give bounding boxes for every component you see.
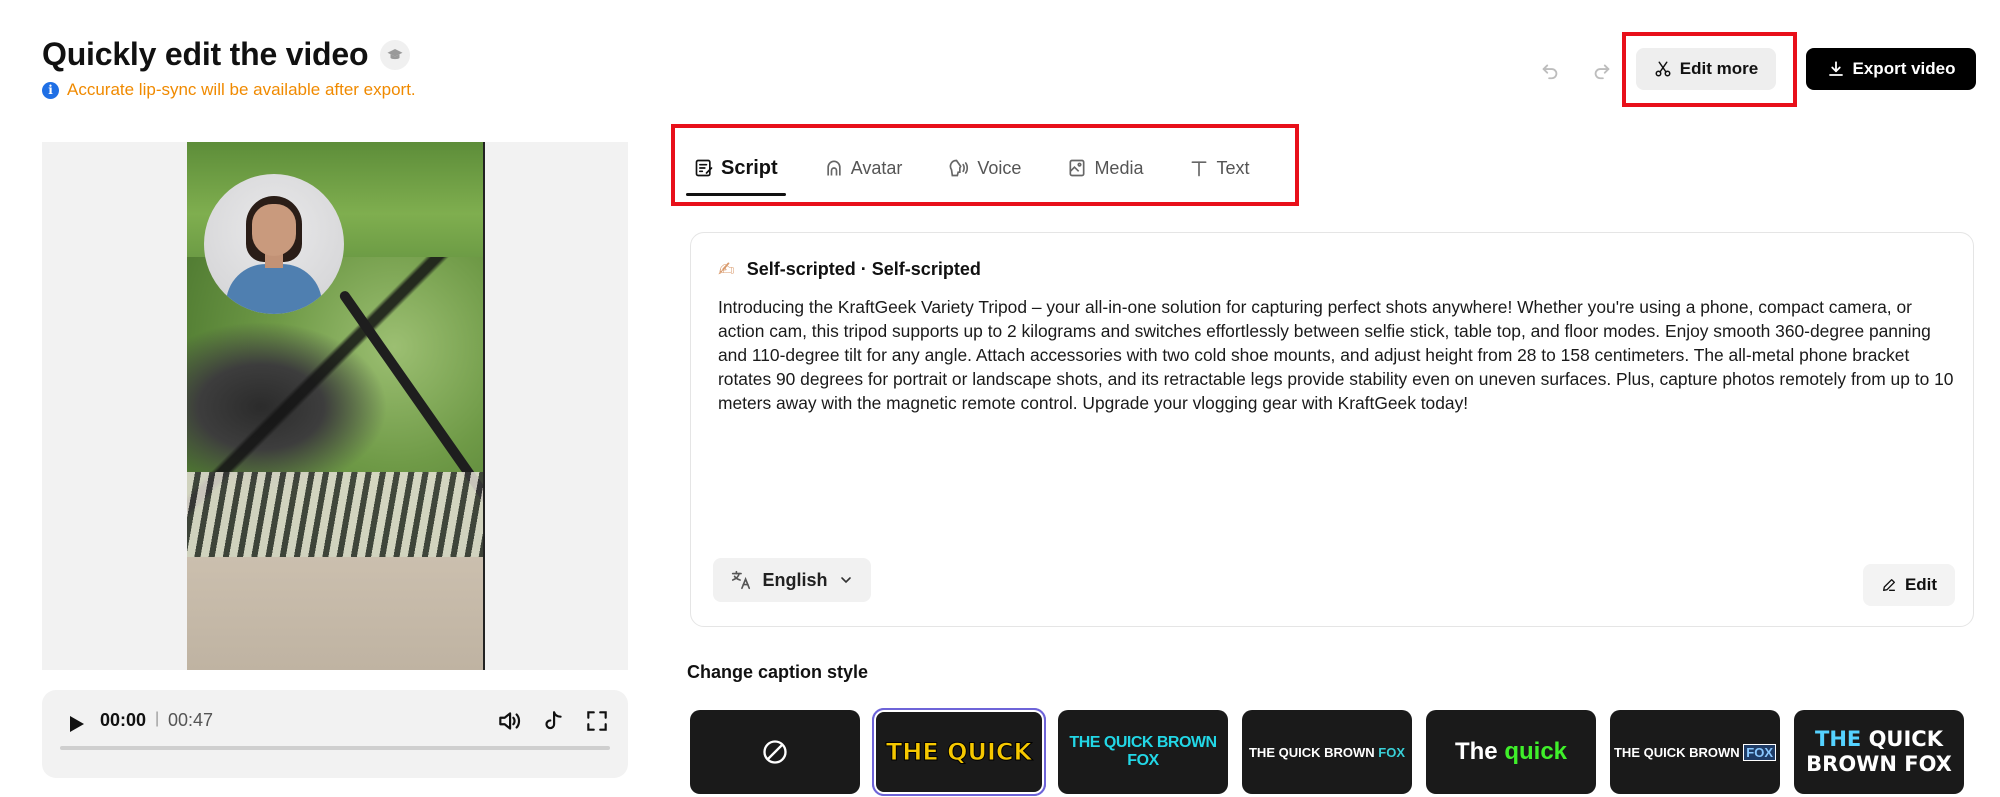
redo-button[interactable] (1580, 48, 1624, 92)
undo-button[interactable] (1528, 48, 1572, 92)
current-time: 00:00 (100, 710, 147, 730)
caption-style-5-text: THE QUICK BROWN FOX (1614, 743, 1776, 761)
caption-style-3[interactable]: THE QUICK BROWN FOX (1242, 710, 1412, 794)
info-notice: i Accurate lip-sync will be available af… (42, 80, 416, 100)
tab-avatar[interactable]: Avatar (816, 148, 911, 188)
translate-icon (732, 570, 751, 590)
caption-style-5[interactable]: THE QUICK BROWN FOX (1610, 710, 1780, 794)
caption-style-4[interactable]: The quick (1426, 710, 1596, 794)
redo-icon (1594, 64, 1610, 80)
tiktok-icon[interactable] (540, 708, 566, 734)
time-separator: | (155, 710, 160, 727)
graduation-cap-icon[interactable] (380, 39, 411, 70)
chevron-down-icon (840, 577, 851, 584)
total-time: 00:47 (168, 710, 214, 730)
tab-voice[interactable]: Voice (940, 148, 1029, 188)
edit-more-label: Edit more (1679, 59, 1759, 78)
script-header: ✍ Self-scripted · Self-scripted (718, 257, 981, 281)
media-icon (1069, 159, 1085, 177)
script-title: Self-scripted · Self-scripted (746, 258, 981, 279)
volume-icon[interactable] (496, 708, 522, 734)
player-controls: 00:00 | 00:47 (42, 690, 628, 778)
title-row: Quickly edit the video (42, 36, 411, 73)
tab-bar: Script Avatar Voice Media Text (686, 148, 1287, 196)
caption-style-6[interactable]: THE QUICK BROWN FOX (1794, 710, 1964, 794)
no-caption-icon (763, 740, 787, 764)
tab-media[interactable]: Media (1059, 148, 1151, 188)
undo-icon (1542, 64, 1558, 80)
tab-avatar-label: Avatar (850, 157, 903, 178)
caption-style-1-text: THE QUICK (885, 738, 1033, 767)
avatar-overlay[interactable] (204, 174, 344, 314)
caption-style-3-text: THE QUICK BROWN FOX (1248, 744, 1405, 760)
caption-style-label: Change caption style (687, 662, 869, 682)
script-card: ✍ Self-scripted · Self-scripted Introduc… (690, 232, 1974, 627)
pencil-icon (1882, 579, 1895, 591)
language-label: English (762, 569, 828, 590)
caption-style-none[interactable] (690, 710, 860, 794)
language-selector[interactable]: English (713, 558, 871, 602)
export-label: Export video (1852, 59, 1956, 78)
progress-bar[interactable] (60, 746, 610, 750)
edit-script-button[interactable]: Edit (1863, 564, 1955, 606)
script-text[interactable]: Introducing the KraftGeek Variety Tripod… (718, 295, 1956, 415)
scissors-icon (1655, 61, 1671, 77)
script-icon (695, 159, 713, 177)
tab-text[interactable]: Text (1181, 148, 1257, 188)
tab-text-label: Text (1216, 157, 1250, 178)
tab-script-label: Script (721, 156, 778, 179)
download-icon (1828, 61, 1843, 76)
tab-voice-label: Voice (977, 157, 1022, 178)
caption-style-2[interactable]: THE QUICK BROWN FOX (1058, 710, 1228, 794)
play-icon[interactable] (64, 712, 88, 736)
info-icon: i (42, 81, 59, 99)
caption-style-6-text: THE QUICK BROWN FOX (1806, 727, 1952, 776)
text-icon (1191, 161, 1207, 177)
voice-icon (950, 159, 969, 177)
tab-script[interactable]: Script (686, 148, 786, 196)
edit-more-button[interactable]: Edit more (1636, 48, 1776, 90)
tab-media-label: Media (1094, 157, 1144, 178)
page-title: Quickly edit the video (42, 36, 369, 72)
caption-style-1[interactable]: THE QUICK (872, 708, 1046, 796)
edit-label: Edit (1904, 575, 1938, 594)
info-text: Accurate lip-sync will be available afte… (67, 80, 416, 99)
fullscreen-icon[interactable] (584, 708, 610, 734)
export-video-button[interactable]: Export video (1806, 48, 1976, 90)
video-frame[interactable] (187, 142, 485, 670)
avatar-icon (827, 160, 841, 176)
video-preview-panel (42, 142, 628, 670)
caption-style-2-text: THE QUICK BROWN FOX (1069, 734, 1217, 769)
writing-hand-icon: ✍ (718, 257, 735, 281)
caption-style-list: THE QUICK THE QUICK BROWN FOX THE QUICK … (690, 708, 1964, 796)
caption-style-4-text: The quick (1454, 738, 1568, 765)
